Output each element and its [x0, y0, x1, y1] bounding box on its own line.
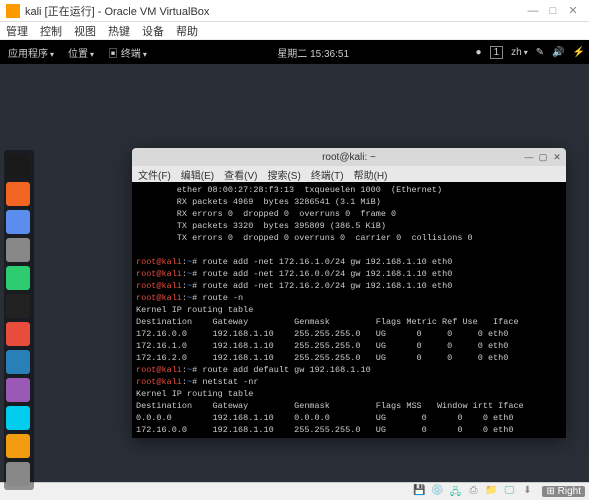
term-menu-view[interactable]: 查看(V) — [224, 167, 257, 182]
status-network-icon[interactable]: 🖧 — [448, 485, 462, 499]
dock-item-1[interactable] — [6, 182, 30, 206]
terminal-launcher-label: 终端 — [121, 49, 141, 60]
term-minimize-button[interactable]: — — [524, 152, 534, 162]
maximize-button[interactable]: □ — [543, 5, 563, 17]
places-menu[interactable]: 位置 — [64, 44, 98, 61]
dock-item-0[interactable] — [6, 154, 30, 178]
status-display-icon[interactable]: 🖵 — [502, 485, 516, 499]
input-method[interactable]: zh — [511, 47, 528, 58]
status-disk-icon[interactable]: 💾 — [412, 485, 426, 499]
vb-menu-help[interactable]: 帮助 — [176, 23, 198, 39]
dock — [4, 150, 34, 490]
terminal-menubar: 文件(F) 编辑(E) 查看(V) 搜索(S) 终端(T) 帮助(H) — [132, 166, 566, 182]
close-button[interactable]: ✕ — [563, 4, 583, 17]
sound-icon[interactable]: 🔊 — [552, 47, 564, 58]
dock-item-10[interactable] — [6, 434, 30, 458]
terminal-title: root@kali: ~ — [322, 152, 376, 163]
virtualbox-titlebar: kali [正在运行] - Oracle VM VirtualBox — □ ✕ — [0, 0, 589, 22]
virtualbox-statusbar: 💾 💿 🖧 ⎙ 📁 🖵 ⬇ ⊞ Right — [0, 482, 589, 500]
term-menu-terminal[interactable]: 终端(T) — [311, 167, 344, 182]
terminal-window: root@kali: ~ — ▢ ✕ 文件(F) 编辑(E) 查看(V) 搜索(… — [132, 148, 566, 438]
vb-menu-manage[interactable]: 管理 — [6, 23, 28, 39]
minimize-button[interactable]: — — [523, 5, 543, 17]
term-maximize-button[interactable]: ▢ — [538, 152, 548, 162]
dock-item-11[interactable] — [6, 462, 30, 486]
term-menu-search[interactable]: 搜索(S) — [267, 167, 300, 182]
host-key-indicator[interactable]: ⊞ Right — [542, 486, 585, 497]
status-shared-icon[interactable]: 📁 — [484, 485, 498, 499]
window-title: kali [正在运行] - Oracle VM VirtualBox — [25, 3, 523, 19]
record-icon[interactable]: ● — [476, 47, 482, 58]
term-close-button[interactable]: ✕ — [552, 152, 562, 162]
vb-menu-hotkeys[interactable]: 热键 — [108, 23, 130, 39]
workspace-badge[interactable]: 1 — [490, 46, 504, 59]
dock-item-5[interactable] — [6, 294, 30, 318]
dock-item-2[interactable] — [6, 210, 30, 234]
dock-item-4[interactable] — [6, 266, 30, 290]
clock[interactable]: 星期二 15:36:51 — [151, 45, 476, 60]
terminal-titlebar[interactable]: root@kali: ~ — ▢ ✕ — [132, 148, 566, 166]
status-optical-icon[interactable]: 💿 — [430, 485, 444, 499]
dock-item-9[interactable] — [6, 406, 30, 430]
term-menu-edit[interactable]: 编辑(E) — [181, 167, 214, 182]
battery-icon[interactable]: ⚡ — [573, 47, 585, 58]
dock-item-7[interactable] — [6, 350, 30, 374]
term-menu-file[interactable]: 文件(F) — [138, 167, 171, 182]
term-menu-help[interactable]: 帮助(H) — [354, 167, 388, 182]
guest-desktop: 应用程序 位置 ▣ 终端 星期二 15:36:51 ● 1 zh ✎ 🔊 ⚡ r… — [0, 40, 589, 482]
applications-menu[interactable]: 应用程序 — [4, 44, 58, 61]
terminal-output[interactable]: ether 08:00:27:28:f3:13 txqueuelen 1000 … — [132, 182, 566, 438]
vb-menu-view[interactable]: 视图 — [74, 23, 96, 39]
dock-item-6[interactable] — [6, 322, 30, 346]
host-key-label: Right — [558, 486, 581, 497]
dock-item-8[interactable] — [6, 378, 30, 402]
vb-menu-devices[interactable]: 设备 — [142, 23, 164, 39]
vb-menu-control[interactable]: 控制 — [40, 23, 62, 39]
virtualbox-menubar: 管理 控制 视图 热键 设备 帮助 — [0, 22, 589, 40]
dock-item-3[interactable] — [6, 238, 30, 262]
guest-top-panel: 应用程序 位置 ▣ 终端 星期二 15:36:51 ● 1 zh ✎ 🔊 ⚡ — [0, 40, 589, 64]
terminal-launcher[interactable]: ▣ 终端 — [104, 44, 151, 61]
status-usb-icon[interactable]: ⎙ — [466, 485, 480, 499]
status-capture-icon[interactable]: ⬇ — [520, 485, 534, 499]
virtualbox-icon — [6, 4, 20, 18]
tools-icon[interactable]: ✎ — [536, 47, 544, 58]
